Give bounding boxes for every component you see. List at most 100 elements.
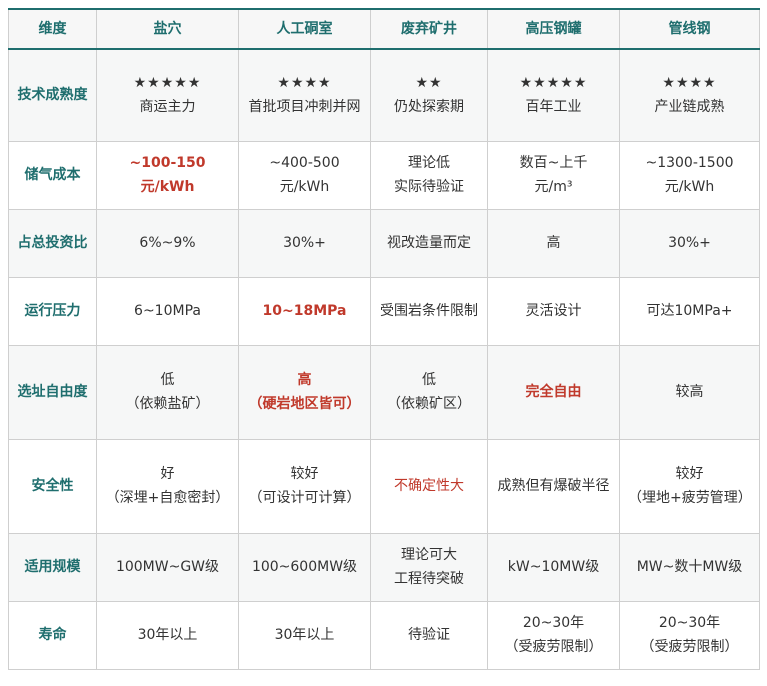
table-cell: ~100-150 元/kWh (96, 140, 239, 210)
cell-text: 元/kWh (279, 179, 330, 195)
table-cell: 20~30年 （受疲劳限制） (487, 600, 620, 670)
comparison-table: 维度 盐穴 人工硐室 废弃矿井 高压钢罐 管线钢 技术成熟度 ★★★★★ 商运主力… (8, 8, 760, 670)
table-cell: ★★★★ 首批项目冲刺并网 (238, 48, 371, 142)
table-cell: ~1300-1500 元/kWh (619, 140, 760, 210)
table-row: 占总投资比 6%~9% 30%+ 视改造量而定 高 30%+ (8, 208, 760, 278)
table-cell: 6%~9% (96, 208, 239, 278)
cell-text: 较好 (675, 466, 704, 482)
table-cell: 30年以上 (96, 600, 239, 670)
row-label: 选址自由度 (8, 344, 97, 440)
cell-text: 20~30年 (522, 615, 585, 631)
cell-text: 数百~上千 (519, 155, 588, 171)
table-row: 运行压力 6~10MPa 10~18MPa 受围岩条件限制 灵活设计 可达10M… (8, 276, 760, 346)
cell-text: （依赖盐矿） (125, 396, 210, 412)
cell-text: 理论可大 (401, 547, 457, 563)
cell-text: 产业链成熟 (654, 99, 725, 116)
table-cell: 较高 (619, 344, 760, 440)
table-cell: ★★★★ 产业链成熟 (619, 48, 760, 142)
table-cell: 视改造量而定 (370, 208, 488, 278)
table-cell: 100MW~GW级 (96, 532, 239, 602)
table-cell: 20~30年 （受疲劳限制） (619, 600, 760, 670)
table-cell: 低 （依赖盐矿） (96, 344, 239, 440)
table-cell: 高 （硬岩地区皆可） (238, 344, 371, 440)
cell-text: （受疲劳限制） (504, 639, 603, 655)
table-cell: 数百~上千元/m³ (487, 140, 620, 210)
star-rating: ★★★★★ (519, 75, 588, 92)
table-cell: 成熟但有爆破半径 (487, 438, 620, 534)
table-cell: ★★ 仍处探索期 (370, 48, 488, 142)
cell-text: （硬岩地区皆可） (248, 396, 361, 412)
cell-text: ~100-150 (129, 155, 206, 171)
cell-text: 高 (297, 372, 312, 388)
cell-text: 首批项目冲刺并网 (248, 99, 361, 116)
cell-text: 20~30年 (658, 615, 721, 631)
table-cell: 30年以上 (238, 600, 371, 670)
cell-text: 百年工业 (525, 99, 582, 116)
star-rating: ★★★★ (277, 75, 332, 92)
table-cell: 低 （依赖矿区） (370, 344, 488, 440)
table-cell: 理论低 实际待验证 (370, 140, 488, 210)
star-rating: ★★ (415, 75, 443, 92)
table-cell: 受围岩条件限制 (370, 276, 488, 346)
table-cell: 10~18MPa (238, 276, 371, 346)
cell-text: 理论低 (408, 155, 450, 171)
cell-text: 商运主力 (139, 99, 196, 116)
row-label: 储气成本 (8, 140, 97, 210)
table-cell: 好 （深埋+自愈密封） (96, 438, 239, 534)
row-label: 技术成熟度 (8, 48, 97, 142)
table-cell: ★★★★★ 商运主力 (96, 48, 239, 142)
header-artificial-cavern: 人工硐室 (238, 8, 371, 50)
cell-text: （可设计可计算） (248, 490, 361, 506)
table-row: 安全性 好 （深埋+自愈密封） 较好 （可设计可计算） 不确定性大 成熟但有爆破半径… (8, 438, 760, 534)
table-cell: MW~数十MW级 (619, 532, 760, 602)
cell-text: （深埋+自愈密封） (105, 490, 230, 506)
header-pipeline-steel: 管线钢 (619, 8, 760, 50)
cell-text: ~1300-1500 (645, 155, 734, 171)
table-row: 适用规模 100MW~GW级 100~600MW级 理论可大工程待突破 kW~1… (8, 532, 760, 602)
table-cell: 理论可大 工程待突破 (370, 532, 488, 602)
table-cell: 待验证 (370, 600, 488, 670)
row-label: 寿命 (8, 600, 97, 670)
table-row: 寿命 30年以上 30年以上 待验证 20~30年 （受疲劳限制） 20~30年 （… (8, 600, 760, 670)
table-cell: ~400-500 元/kWh (238, 140, 371, 210)
cell-text: 元/kWh (140, 179, 195, 195)
star-rating: ★★★★★ (133, 75, 202, 92)
cell-text: 较好 (290, 466, 319, 482)
header-pressure-tank: 高压钢罐 (487, 8, 620, 50)
table-header-row: 维度 盐穴 人工硐室 废弃矿井 高压钢罐 管线钢 (8, 8, 760, 50)
cell-text: （埋地+疲劳管理） (628, 490, 752, 506)
cell-text: ~400-500 (269, 155, 340, 171)
table-cell: kW~10MW级 (487, 532, 620, 602)
star-rating: ★★★★ (662, 75, 717, 92)
cell-text: （受疲劳限制） (640, 639, 739, 655)
table-cell: 6~10MPa (96, 276, 239, 346)
cell-text: 工程待突破 (394, 571, 464, 587)
cell-text: 仍处探索期 (394, 99, 464, 116)
row-label: 适用规模 (8, 532, 97, 602)
table-row: 技术成熟度 ★★★★★ 商运主力 ★★★★ 首批项目冲刺并网 ★★ 仍处探索期 ★★★… (8, 48, 760, 142)
row-label: 运行压力 (8, 276, 97, 346)
table-cell: ★★★★★ 百年工业 (487, 48, 620, 142)
table-cell: 30%+ (238, 208, 371, 278)
table-cell: 可达10MPa+ (619, 276, 760, 346)
cell-text: 实际待验证 (394, 179, 464, 195)
cell-text: 低 (422, 372, 436, 388)
table-cell: 不确定性大 (370, 438, 488, 534)
table-cell: 高 (487, 208, 620, 278)
table-row: 储气成本 ~100-150 元/kWh ~400-500 元/kWh 理论低实际待验… (8, 140, 760, 210)
header-salt-cavern: 盐穴 (96, 8, 239, 50)
table-cell: 较好 （可设计可计算） (238, 438, 371, 534)
table-row: 选址自由度 低 （依赖盐矿） 高 （硬岩地区皆可） 低 （依赖矿区） 完全自由 较高 (8, 344, 760, 440)
row-label: 安全性 (8, 438, 97, 534)
table-cell: 完全自由 (487, 344, 620, 440)
table-cell: 灵活设计 (487, 276, 620, 346)
table-cell: 100~600MW级 (238, 532, 371, 602)
cell-text: 低 (160, 372, 175, 388)
cell-text: 元/kWh (664, 179, 715, 195)
table-cell: 较好 （埋地+疲劳管理） (619, 438, 760, 534)
header-abandoned-mine: 废弃矿井 (370, 8, 488, 50)
table-cell: 30%+ (619, 208, 760, 278)
cell-text: 元/m³ (534, 179, 573, 195)
row-label: 占总投资比 (8, 208, 97, 278)
header-dimension: 维度 (8, 8, 97, 50)
